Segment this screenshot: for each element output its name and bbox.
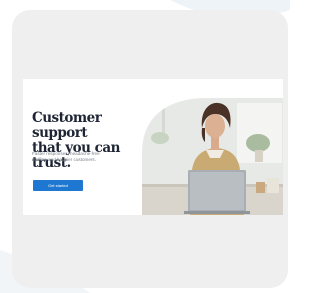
headline-line-1: Customer support bbox=[32, 110, 102, 141]
subtext-line-1: Faster responses, headache-free bbox=[32, 151, 100, 156]
hero-banner: Customer support that you can trust. Fas… bbox=[23, 79, 283, 215]
subtext-line-2: staffing and happier customers. bbox=[32, 157, 97, 163]
hero-photo bbox=[142, 98, 283, 215]
page: Customer support that you can trust. Fas… bbox=[0, 0, 290, 293]
hero-subtext: Faster responses, headache-free staffing… bbox=[32, 151, 132, 164]
laptop-icon bbox=[184, 170, 250, 214]
get-started-button[interactable]: Get started bbox=[33, 180, 83, 191]
